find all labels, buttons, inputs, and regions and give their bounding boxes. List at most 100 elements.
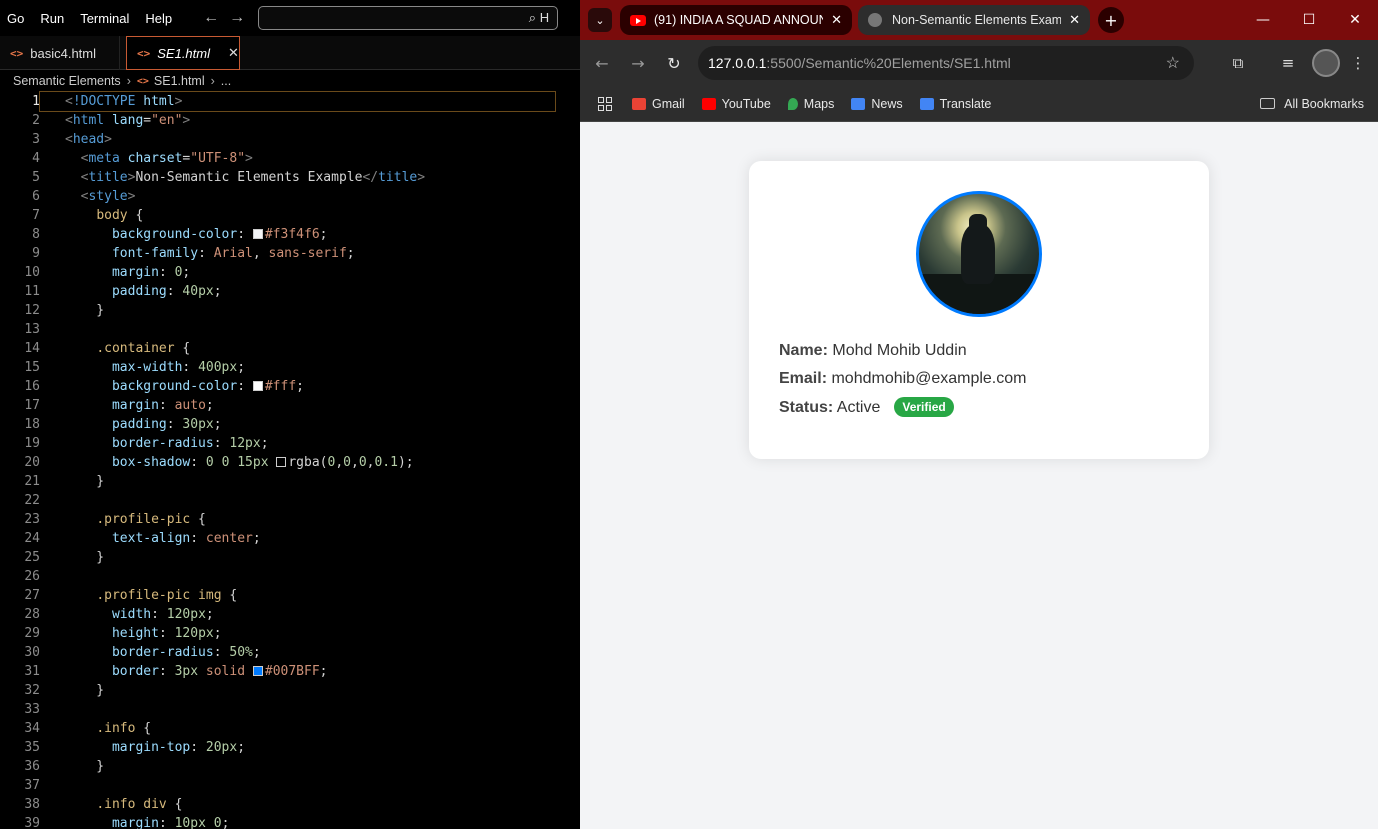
browser-titlebar: ⌄ (91) INDIA A SQUAD ANNOUNC ✕ Non-Seman… bbox=[580, 0, 1378, 40]
name-label: Name: bbox=[779, 342, 828, 359]
close-window-icon[interactable]: ✕ bbox=[1332, 0, 1378, 40]
apps-grid-icon[interactable] bbox=[598, 96, 612, 111]
close-tab-icon[interactable]: ✕ bbox=[831, 12, 842, 28]
maps-pin-icon bbox=[787, 97, 798, 110]
code-line: 19 border-radius: 12px; bbox=[24, 436, 269, 451]
media-control-icon[interactable]: ≡ bbox=[1270, 54, 1306, 72]
menu-run[interactable]: Run bbox=[32, 11, 72, 26]
browser-tab-youtube[interactable]: (91) INDIA A SQUAD ANNOUNC ✕ bbox=[620, 5, 852, 35]
breadcrumb-file[interactable]: SE1.html bbox=[154, 74, 205, 88]
breadcrumb: Semantic Elements › <> SE1.html › ... bbox=[0, 70, 580, 92]
status-value: Active bbox=[836, 399, 881, 416]
search-text: H bbox=[539, 10, 550, 25]
youtube-icon bbox=[630, 14, 646, 26]
code-area[interactable]: 1 <!DOCTYPE html> 2 <html lang="en"> 3 <hea… bbox=[0, 91, 580, 829]
bookmark-label: Translate bbox=[939, 96, 992, 111]
globe-icon bbox=[868, 13, 882, 27]
bookmark-star-icon[interactable]: ☆ bbox=[1166, 53, 1180, 73]
status-row: Status: Active Verified bbox=[779, 394, 1026, 422]
code-line: 22 bbox=[24, 493, 40, 508]
bookmark-label: News bbox=[871, 96, 903, 111]
browser-tab-active[interactable]: Non-Semantic Elements Examp ✕ bbox=[858, 5, 1090, 35]
code-line: 34 .info { bbox=[24, 721, 152, 736]
code-line: 38 .info div { bbox=[24, 797, 183, 812]
bookmark-youtube[interactable]: YouTube bbox=[701, 96, 771, 111]
tab-basic4[interactable]: <> basic4.html bbox=[0, 36, 120, 70]
name-row: Name: Mohd Mohib Uddin bbox=[779, 337, 1026, 365]
code-line: 39 margin: 10px 0; bbox=[24, 816, 230, 829]
chevron-right-icon: › bbox=[210, 74, 215, 88]
news-icon bbox=[851, 97, 866, 110]
email-value: mohdmohib@example.com bbox=[831, 370, 1027, 387]
address-bar[interactable]: i 127.0.0.1:5500/Semantic%20Elements/SE1… bbox=[698, 46, 1194, 238]
code-line: 14 .container { bbox=[24, 341, 191, 356]
forward-arrow-icon[interactable]: → bbox=[224, 9, 250, 27]
profile-info: Name: Mohd Mohib Uddin Email: mohdmohib@… bbox=[779, 337, 1026, 422]
close-tab-icon[interactable]: ✕ bbox=[1069, 12, 1080, 28]
bookmark-label: YouTube bbox=[721, 96, 771, 111]
folder-icon bbox=[1260, 98, 1276, 109]
browser-window: ⌄ (91) INDIA A SQUAD ANNOUNC ✕ Non-Seman… bbox=[580, 0, 1378, 829]
code-line: 18 padding: 30px; bbox=[24, 417, 222, 432]
chevron-right-icon: › bbox=[126, 74, 131, 88]
code-line: 36 } bbox=[24, 759, 105, 774]
tab-se1[interactable]: <> SE1.html ✕ bbox=[126, 36, 240, 70]
new-tab-button[interactable]: + bbox=[1098, 7, 1124, 33]
back-icon[interactable]: ← bbox=[584, 54, 620, 73]
editor-tabs: <> basic4.html <> SE1.html ✕ bbox=[0, 36, 580, 70]
code-line: 24 text-align: center; bbox=[24, 531, 261, 546]
all-bookmarks-label: All Bookmarks bbox=[1284, 96, 1364, 111]
profile-card: Name: Mohd Mohib Uddin Email: mohdmohib@… bbox=[749, 161, 1209, 459]
code-line: 35 margin-top: 20px; bbox=[24, 740, 246, 755]
reload-icon[interactable]: ↻ bbox=[656, 54, 692, 73]
profile-avatar[interactable] bbox=[1312, 49, 1340, 77]
forward-icon[interactable]: → bbox=[620, 54, 656, 73]
all-bookmarks[interactable]: All Bookmarks bbox=[1260, 97, 1364, 111]
extensions-icon[interactable]: ⧉ bbox=[1220, 54, 1256, 72]
more-menu-icon[interactable]: ⋮ bbox=[1346, 54, 1370, 72]
bookmark-translate[interactable]: Translate bbox=[919, 96, 992, 111]
menu-go[interactable]: Go bbox=[0, 11, 32, 26]
menu-help[interactable]: Help bbox=[137, 11, 180, 26]
code-line: 4 <meta charset="UTF-8"> bbox=[32, 151, 253, 166]
back-arrow-icon[interactable]: ← bbox=[198, 9, 224, 27]
code-line: 26 bbox=[24, 569, 40, 584]
bookmark-label: Maps bbox=[803, 96, 835, 111]
breadcrumb-folder[interactable]: Semantic Elements bbox=[13, 74, 121, 88]
code-line: 29 height: 120px; bbox=[24, 626, 222, 641]
bookmark-maps[interactable]: Maps bbox=[787, 96, 835, 111]
html-file-icon: <> bbox=[137, 46, 151, 60]
code-line: 33 bbox=[24, 702, 40, 717]
bookmark-news[interactable]: News bbox=[851, 96, 903, 111]
code-line: 12 } bbox=[24, 303, 105, 318]
minimize-icon[interactable]: — bbox=[1240, 0, 1286, 40]
code-line: 7 body { bbox=[32, 208, 144, 223]
html-file-icon: <> bbox=[136, 75, 149, 87]
code-line: 5 <title>Non-Semantic Elements Example</… bbox=[32, 170, 426, 185]
url-path: :5500/Semantic%20Elements/SE1.html bbox=[766, 55, 1011, 71]
tab-title: (91) INDIA A SQUAD ANNOUNC bbox=[654, 13, 824, 27]
code-line: 32 } bbox=[24, 683, 105, 698]
menu-bar: Go Run Terminal Help ← → ⌕ H bbox=[0, 0, 580, 36]
menu-terminal[interactable]: Terminal bbox=[72, 11, 137, 26]
code-line: 16 background-color: #fff; bbox=[24, 379, 304, 394]
verified-badge: Verified bbox=[894, 397, 954, 417]
tab-label: SE1.html bbox=[157, 45, 210, 61]
bookmark-gmail[interactable]: Gmail bbox=[632, 97, 685, 111]
code-line: 28 width: 120px; bbox=[24, 607, 214, 622]
code-line: 23 .profile-pic { bbox=[24, 512, 206, 527]
search-icon: ⌕ H bbox=[528, 10, 550, 25]
tab-search-dropdown-icon[interactable]: ⌄ bbox=[588, 8, 612, 32]
breadcrumb-more[interactable]: ... bbox=[221, 74, 231, 88]
tab-label: basic4.html bbox=[30, 45, 96, 61]
maximize-icon[interactable]: ☐ bbox=[1286, 0, 1332, 40]
code-line: 21 } bbox=[24, 474, 105, 489]
translate-icon bbox=[919, 97, 934, 110]
close-icon[interactable]: ✕ bbox=[228, 45, 239, 61]
url-host: 127.0.0.1 bbox=[708, 55, 767, 71]
youtube-icon bbox=[701, 97, 716, 110]
code-line: 20 box-shadow: 0 0 15px rgba(0,0,0,0.1); bbox=[24, 455, 414, 470]
code-line: 25 } bbox=[24, 550, 105, 565]
command-center-search[interactable]: ⌕ H bbox=[258, 6, 559, 30]
code-line: 6 <style> bbox=[32, 189, 136, 204]
